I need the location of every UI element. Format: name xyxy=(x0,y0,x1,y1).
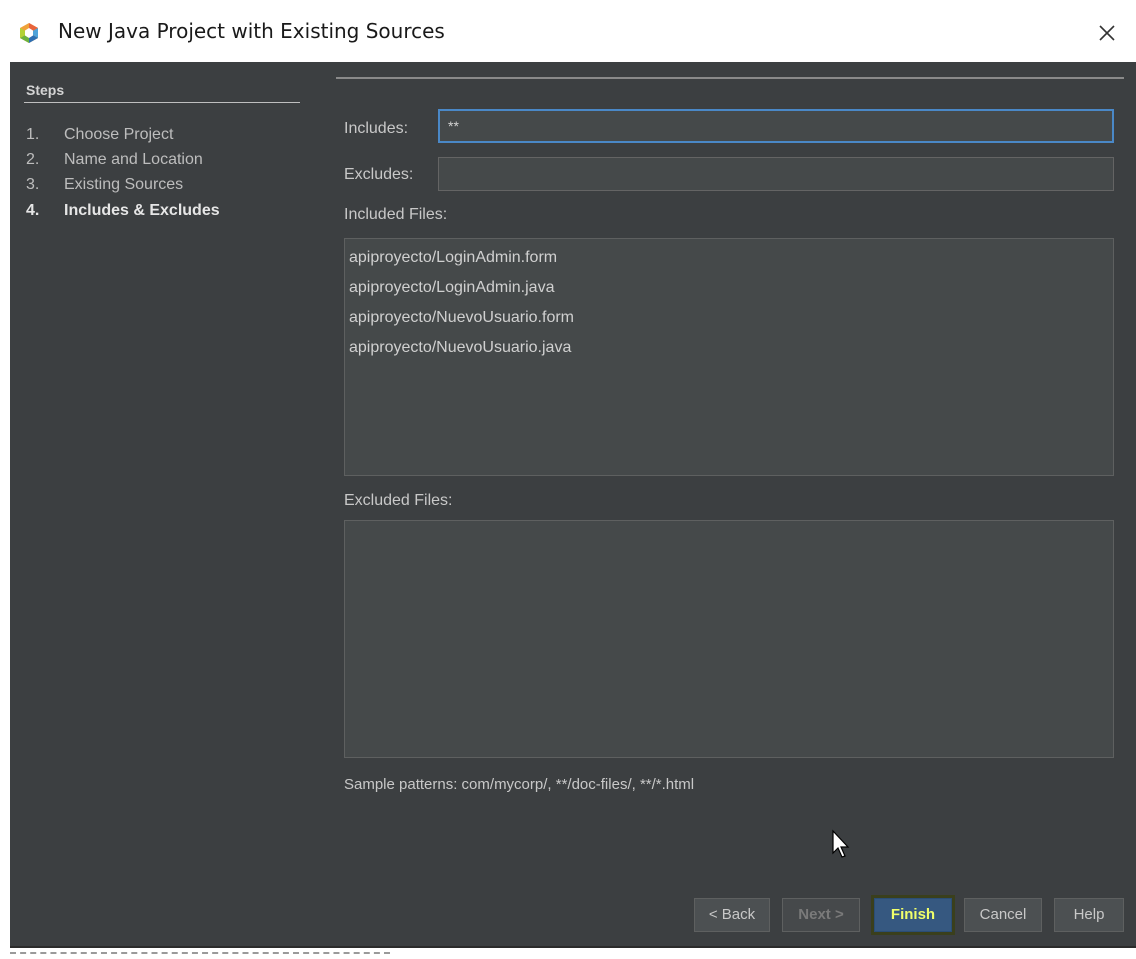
list-item[interactable]: apiproyecto/NuevoUsuario.java xyxy=(349,333,1109,363)
steps-divider xyxy=(24,102,300,103)
included-files-label: Included Files: xyxy=(344,206,448,223)
included-files-list[interactable]: apiproyecto/LoginAdmin.form apiproyecto/… xyxy=(344,238,1114,476)
step-label: Includes & Excludes xyxy=(64,202,220,219)
step-label: Existing Sources xyxy=(64,176,184,193)
step-item-choose-project: 1. Choose Project xyxy=(26,126,173,144)
dialog-window: New Java Project with Existing Sources S… xyxy=(0,0,1136,959)
step-number: 4. xyxy=(26,202,40,219)
dashed-separator xyxy=(10,952,390,954)
step-number: 2. xyxy=(26,151,40,168)
step-number: 3. xyxy=(26,176,40,193)
dialog-body: Steps 1. Choose Project 2. Name and Locati… xyxy=(10,62,1136,948)
close-icon[interactable] xyxy=(1090,16,1124,50)
content-panel: Includes: Excludes: Included Files: apip… xyxy=(324,62,1136,946)
includes-input[interactable] xyxy=(438,109,1114,143)
step-number: 1. xyxy=(26,126,40,143)
back-button[interactable]: < Back xyxy=(694,898,770,932)
steps-heading: Steps xyxy=(26,82,65,98)
sample-patterns-hint: Sample patterns: com/mycorp/, **/doc-fil… xyxy=(344,776,695,793)
step-item-existing-sources: 3. Existing Sources xyxy=(26,176,183,194)
steps-panel: Steps 1. Choose Project 2. Name and Locati… xyxy=(10,62,324,946)
step-label: Name and Location xyxy=(64,151,203,168)
window-title: New Java Project with Existing Sources xyxy=(58,19,445,43)
title-bar: New Java Project with Existing Sources xyxy=(0,0,1136,62)
excludes-input[interactable] xyxy=(438,157,1114,191)
help-button[interactable]: Help xyxy=(1054,898,1124,932)
step-item-name-and-location: 2. Name and Location xyxy=(26,151,203,169)
netbeans-app-icon xyxy=(20,23,38,43)
list-item[interactable]: apiproyecto/LoginAdmin.java xyxy=(349,273,1109,303)
list-item[interactable]: apiproyecto/LoginAdmin.form xyxy=(349,243,1109,273)
list-item[interactable]: apiproyecto/NuevoUsuario.form xyxy=(349,303,1109,333)
step-item-includes-excludes: 4. Includes & Excludes xyxy=(26,202,220,220)
finish-button[interactable]: Finish xyxy=(874,898,952,932)
excluded-files-list[interactable] xyxy=(344,520,1114,758)
includes-label: Includes: xyxy=(344,120,409,137)
mouse-pointer-icon xyxy=(832,829,850,858)
step-label: Choose Project xyxy=(64,126,174,143)
header-divider xyxy=(336,77,1124,79)
cancel-button[interactable]: Cancel xyxy=(964,898,1042,932)
excluded-files-label: Excluded Files: xyxy=(344,492,453,509)
next-button[interactable]: Next > xyxy=(782,898,860,932)
excludes-label: Excludes: xyxy=(344,166,414,183)
